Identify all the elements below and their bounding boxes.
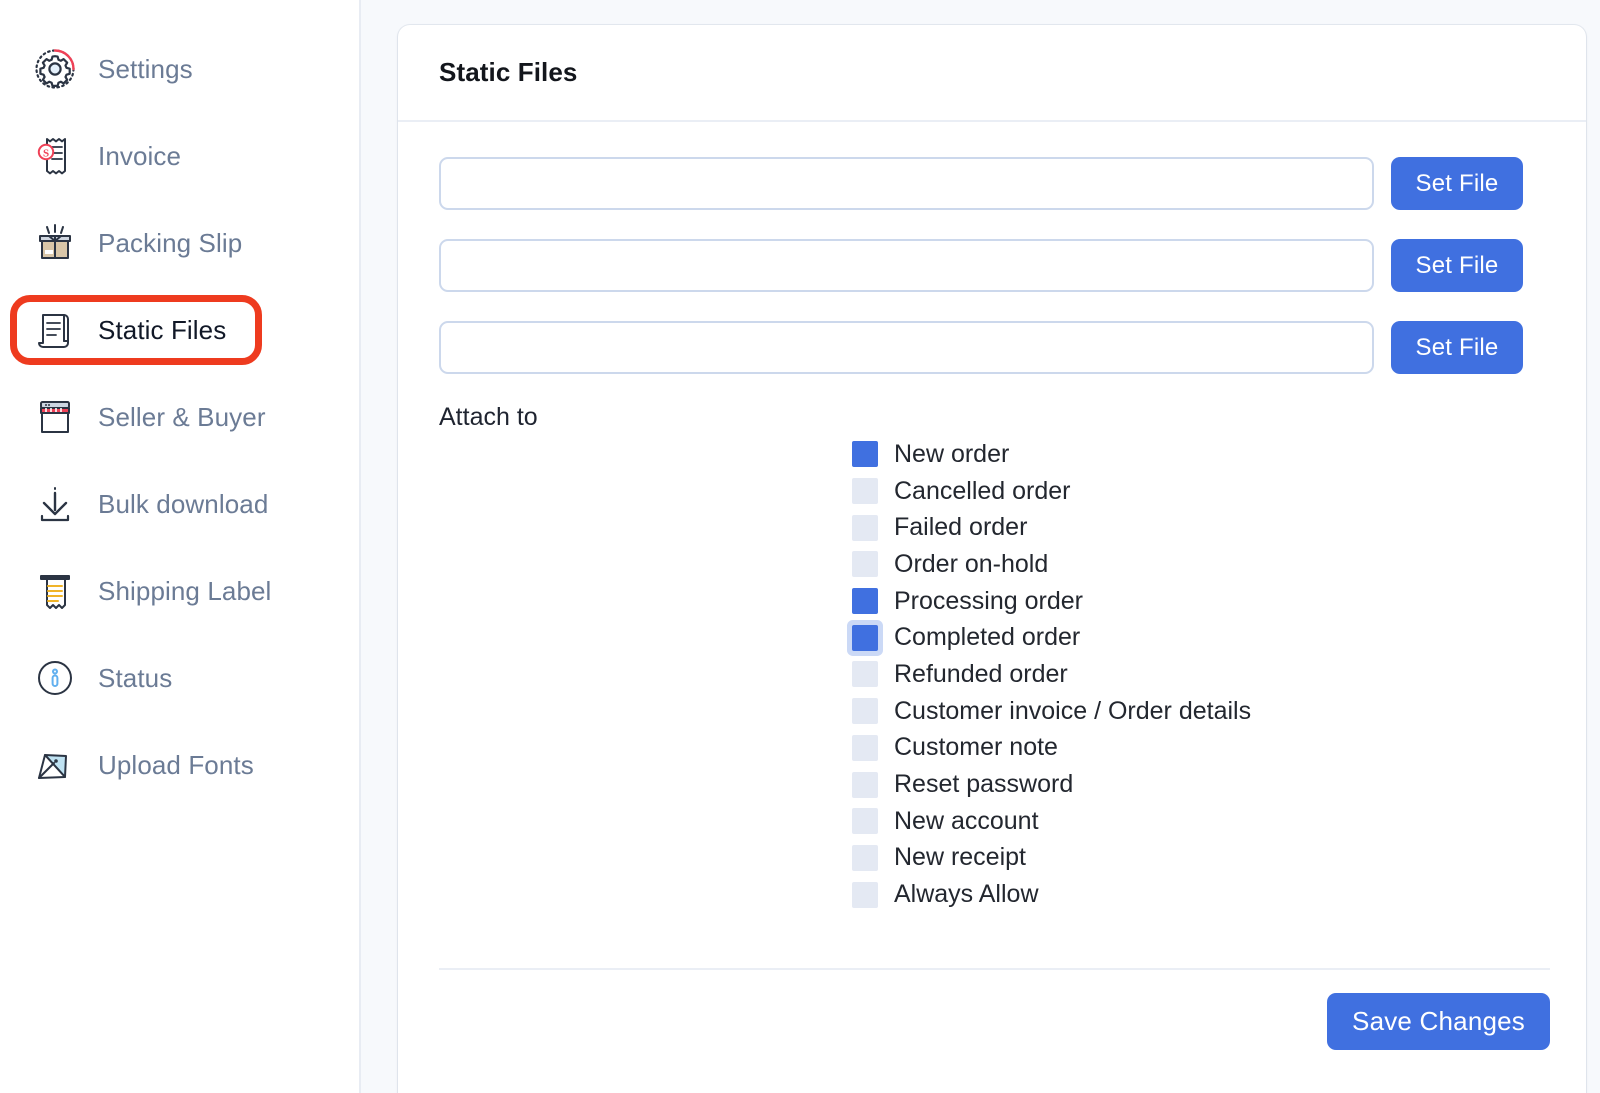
sidebar-item-label: Upload Fonts [98, 749, 254, 780]
checkbox-unchecked[interactable] [852, 478, 878, 505]
checkbox-label: Reset password [894, 770, 1074, 799]
sidebar-item-label: Seller & Buyer [98, 401, 266, 432]
sidebar-item-bulk-download[interactable]: Bulk download [10, 469, 349, 539]
set-file-button-3[interactable]: Set File [1391, 321, 1523, 374]
page-title: Static Files [439, 57, 578, 87]
file-row: Set File [439, 157, 1556, 210]
checkbox-label: New receipt [894, 843, 1026, 872]
set-file-button-2[interactable]: Set File [1391, 239, 1523, 292]
app-root: Settings S Invoice Packing Slip Static F… [0, 0, 1600, 1093]
checkbox-label: Processing order [894, 586, 1083, 615]
checkbox-unchecked[interactable] [852, 771, 878, 798]
footer-actions: Save Changes [398, 970, 1586, 1050]
attach-to-option[interactable]: Order on-hold [852, 546, 1251, 583]
gear-icon [32, 46, 78, 92]
checkbox-label: Customer note [894, 733, 1058, 762]
sidebar: Settings S Invoice Packing Slip Static F… [0, 0, 361, 1093]
card-footer: Save Changes [398, 968, 1586, 1050]
file-row: Set File [439, 321, 1556, 374]
card-header: Static Files [398, 25, 1586, 122]
checkbox-label: New account [894, 806, 1039, 835]
package-box-icon [32, 220, 78, 266]
attach-to-option[interactable]: Completed order [852, 619, 1251, 656]
sidebar-item-label: Invoice [98, 140, 182, 171]
file-path-input-3[interactable] [439, 321, 1374, 374]
sidebar-item-upload-fonts[interactable]: Upload Fonts [10, 730, 349, 800]
checkbox-label: Failed order [894, 513, 1028, 542]
checkbox-label: Completed order [894, 623, 1081, 652]
shipping-label-icon [32, 568, 78, 614]
sidebar-item-label: Status [98, 662, 173, 693]
set-file-button-1[interactable]: Set File [1391, 157, 1523, 210]
sidebar-item-label: Shipping Label [98, 575, 272, 606]
pen-nib-icon [32, 742, 78, 788]
attach-to-option[interactable]: Failed order [852, 509, 1251, 546]
download-icon [32, 481, 78, 527]
sidebar-item-settings[interactable]: Settings [10, 34, 349, 104]
file-row: Set File [439, 239, 1556, 292]
checkbox-label: Cancelled order [894, 476, 1071, 505]
checkbox-label: Always Allow [894, 880, 1039, 909]
attach-to-section: Attach to New order Cancelled order Failed… [439, 403, 1556, 908]
svg-text:S: S [43, 148, 49, 160]
checkbox-label: Refunded order [894, 659, 1068, 688]
attach-to-option[interactable]: Refunded order [852, 656, 1251, 693]
static-files-card: Static Files Set File Set File Set File … [398, 25, 1586, 1093]
checkbox-checked[interactable] [852, 441, 878, 468]
attach-to-option[interactable]: New account [852, 803, 1251, 840]
checkbox-label: Order on-hold [894, 549, 1049, 578]
file-path-input-2[interactable] [439, 239, 1374, 292]
sidebar-item-packing-slip[interactable]: Packing Slip [10, 208, 349, 278]
checkbox-unchecked[interactable] [852, 514, 878, 541]
checkbox-unchecked[interactable] [852, 698, 878, 725]
checkbox-unchecked[interactable] [852, 808, 878, 835]
main-content: Static Files Set File Set File Set File … [361, 0, 1600, 1093]
storefront-icon [32, 394, 78, 440]
sidebar-item-label: Packing Slip [98, 227, 243, 258]
attach-to-option[interactable]: New receipt [852, 840, 1251, 877]
attach-to-option[interactable]: New order [852, 436, 1251, 473]
sidebar-item-shipping-label[interactable]: Shipping Label [10, 556, 349, 626]
document-scroll-icon [32, 307, 78, 353]
checkbox-unchecked[interactable] [852, 881, 878, 908]
attach-to-option[interactable]: Cancelled order [852, 473, 1251, 510]
checkbox-unchecked[interactable] [852, 844, 878, 871]
checkbox-unchecked[interactable] [852, 551, 878, 578]
attach-to-option[interactable]: Reset password [852, 766, 1251, 803]
save-changes-button[interactable]: Save Changes [1327, 993, 1550, 1050]
attach-to-option[interactable]: Always Allow [852, 876, 1251, 913]
sidebar-item-label: Settings [98, 53, 193, 84]
sidebar-item-status[interactable]: Status [10, 643, 349, 713]
attach-to-option[interactable]: Customer invoice / Order details [852, 693, 1251, 730]
sidebar-item-invoice[interactable]: S Invoice [10, 121, 349, 191]
attach-to-option[interactable]: Processing order [852, 583, 1251, 620]
attach-to-checkbox-list: New order Cancelled order Failed order Orde… [852, 436, 1251, 913]
checkbox-label: New order [894, 439, 1010, 468]
checkbox-label: Customer invoice / Order details [894, 696, 1252, 725]
attach-to-label: Attach to [439, 403, 538, 431]
sidebar-item-seller-and-buyer[interactable]: Seller & Buyer [10, 382, 349, 452]
file-path-input-1[interactable] [439, 157, 1374, 210]
attach-to-option[interactable]: Customer note [852, 730, 1251, 767]
checkbox-unchecked[interactable] [852, 661, 878, 688]
sidebar-item-label: Static Files [98, 314, 227, 345]
info-circle-icon [32, 655, 78, 701]
invoice-icon: S [32, 133, 78, 179]
sidebar-item-label: Bulk download [98, 488, 269, 519]
checkbox-checked[interactable] [852, 624, 878, 651]
checkbox-unchecked[interactable] [852, 734, 878, 761]
card-body: Set File Set File Set File Attach to New… [398, 122, 1586, 908]
sidebar-item-static-files[interactable]: Static Files [10, 295, 262, 365]
checkbox-checked[interactable] [852, 588, 878, 615]
